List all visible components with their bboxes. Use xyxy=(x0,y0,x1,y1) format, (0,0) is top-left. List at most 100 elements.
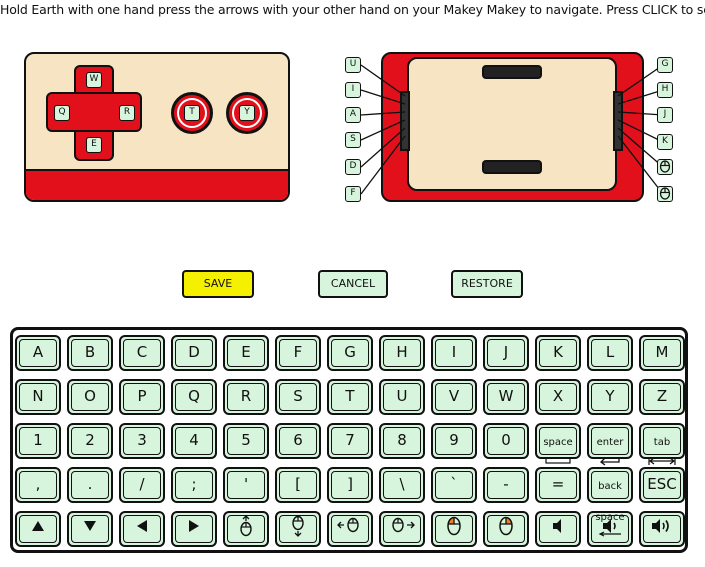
key-t[interactable]: T xyxy=(327,379,373,415)
button-t-key[interactable]: T xyxy=(184,105,200,121)
key-d[interactable]: D xyxy=(171,335,217,371)
save-button[interactable]: SAVE xyxy=(182,270,254,298)
key-x[interactable]: X xyxy=(535,379,581,415)
key-esc[interactable]: ESC xyxy=(639,467,685,503)
key-2[interactable]: 2 xyxy=(67,423,113,459)
key-6[interactable]: 6 xyxy=(275,423,321,459)
key-b[interactable]: B xyxy=(67,335,113,371)
key-c[interactable]: C xyxy=(119,335,165,371)
back-key-a[interactable]: A xyxy=(345,107,361,123)
key-backslash[interactable]: \ xyxy=(379,467,425,503)
key-arrow-down[interactable] xyxy=(67,511,113,547)
key-1[interactable]: 1 xyxy=(15,423,61,459)
key-0[interactable]: 0 xyxy=(483,423,529,459)
key-mouse-right[interactable] xyxy=(379,511,425,547)
key-z[interactable]: Z xyxy=(639,379,685,415)
button-y-key[interactable]: Y xyxy=(239,105,255,121)
key-right-bracket[interactable]: ] xyxy=(327,467,373,503)
mouse-up-icon xyxy=(240,515,252,537)
back-key-u[interactable]: U xyxy=(345,57,361,73)
key-7[interactable]: 7 xyxy=(327,423,373,459)
key-arrow-up[interactable] xyxy=(15,511,61,547)
dpad-right-key[interactable]: R xyxy=(119,105,135,121)
mouse-left-click-icon xyxy=(447,516,461,536)
key-4[interactable]: 4 xyxy=(171,423,217,459)
key-y[interactable]: Y xyxy=(587,379,633,415)
key-mouse-up[interactable] xyxy=(223,511,269,547)
key-mouse-right-click[interactable] xyxy=(483,511,529,547)
key-slash[interactable]: / xyxy=(119,467,165,503)
dpad-left-key[interactable]: Q xyxy=(54,105,70,121)
volume-low-icon xyxy=(603,519,616,533)
back-key-i[interactable]: I xyxy=(345,82,361,98)
dpad-up-key[interactable]: W xyxy=(86,72,102,88)
key-l[interactable]: L xyxy=(587,335,633,371)
key-volume-high[interactable] xyxy=(639,511,685,547)
key-j[interactable]: J xyxy=(483,335,529,371)
key-e[interactable]: E xyxy=(223,335,269,371)
key-q[interactable]: Q xyxy=(171,379,217,415)
key-w[interactable]: W xyxy=(483,379,529,415)
key-i[interactable]: I xyxy=(431,335,477,371)
key-mouse-down[interactable] xyxy=(275,511,321,547)
back-key-k[interactable]: K xyxy=(657,134,673,150)
key-volume-low[interactable] xyxy=(587,511,633,547)
back-key-f[interactable]: F xyxy=(345,186,361,202)
key-mouse-left[interactable] xyxy=(327,511,373,547)
back-key-d[interactable]: D xyxy=(345,159,361,175)
key-8[interactable]: 8 xyxy=(379,423,425,459)
key-k[interactable]: K xyxy=(535,335,581,371)
key-5[interactable]: 5 xyxy=(223,423,269,459)
key-f[interactable]: F xyxy=(275,335,321,371)
back-mouse-2[interactable] xyxy=(657,186,673,202)
restore-button[interactable]: RESTORE xyxy=(451,270,523,298)
key-minus[interactable]: - xyxy=(483,467,529,503)
arrow-down-icon xyxy=(84,521,96,531)
key-s[interactable]: S xyxy=(275,379,321,415)
key-h[interactable]: H xyxy=(379,335,425,371)
cancel-button[interactable]: CANCEL xyxy=(318,270,388,298)
key-9[interactable]: 9 xyxy=(431,423,477,459)
key-r[interactable]: R xyxy=(223,379,269,415)
back-key-s[interactable]: S xyxy=(345,132,361,148)
key-equals[interactable]: = xyxy=(535,467,581,503)
key-u[interactable]: U xyxy=(379,379,425,415)
mouse-down-icon xyxy=(292,515,304,537)
key-n[interactable]: N xyxy=(15,379,61,415)
tab-arrows-icon xyxy=(648,457,676,465)
enter-arrow-icon xyxy=(600,457,620,466)
key-arrow-left[interactable] xyxy=(119,511,165,547)
back-key-g[interactable]: G xyxy=(657,57,673,73)
back-key-h[interactable]: H xyxy=(657,82,673,98)
arrow-left-icon xyxy=(137,520,147,532)
back-key-j[interactable]: J xyxy=(657,107,673,123)
key-v[interactable]: V xyxy=(431,379,477,415)
mouse-right-click-icon xyxy=(499,516,513,536)
space-bar-icon xyxy=(545,457,571,464)
mouse-right-icon xyxy=(392,517,415,533)
key-o[interactable]: O xyxy=(67,379,113,415)
key-m[interactable]: M xyxy=(639,335,685,371)
key-space[interactable]: space xyxy=(535,423,581,464)
dpad-down-key[interactable]: E xyxy=(86,137,102,153)
volume-mute-icon xyxy=(553,519,561,533)
volume-high-icon xyxy=(652,519,669,533)
arrow-right-icon xyxy=(189,520,199,532)
back-mouse-1[interactable] xyxy=(657,159,673,175)
key-semicolon[interactable]: ; xyxy=(171,467,217,503)
key-left-bracket[interactable]: [ xyxy=(275,467,321,503)
key-3[interactable]: 3 xyxy=(119,423,165,459)
key-backspace[interactable]: back space xyxy=(587,467,633,537)
key-backtick[interactable]: ` xyxy=(431,467,477,503)
key-tab[interactable]: tab xyxy=(639,423,685,465)
key-comma[interactable]: , xyxy=(15,467,61,503)
key-p[interactable]: P xyxy=(119,379,165,415)
key-a[interactable]: A xyxy=(15,335,61,371)
key-g[interactable]: G xyxy=(327,335,373,371)
key-enter[interactable]: enter xyxy=(587,423,633,466)
key-volume-mute[interactable] xyxy=(535,511,581,547)
key-arrow-right[interactable] xyxy=(171,511,217,547)
key-mouse-left-click[interactable] xyxy=(431,511,477,547)
key-apostrophe[interactable]: ' xyxy=(223,467,269,503)
key-period[interactable]: . xyxy=(67,467,113,503)
